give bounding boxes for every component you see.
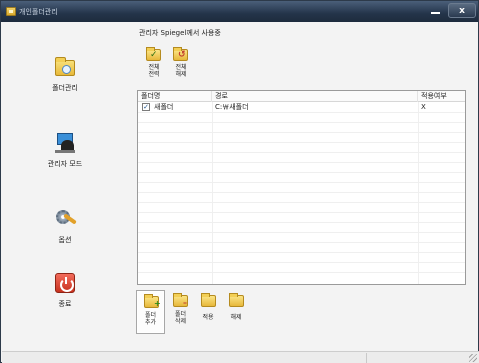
- column-applied[interactable]: 적용여부: [418, 91, 465, 102]
- grid-line: [138, 202, 465, 203]
- grid-line: [138, 182, 465, 183]
- column-divider: [212, 102, 213, 284]
- grid-line: [138, 252, 465, 253]
- admin-user-icon: [55, 133, 75, 153]
- window-title: 개인폴더관리: [19, 8, 58, 16]
- applied-status-cell: X: [421, 103, 426, 111]
- minimize-button[interactable]: [423, 3, 447, 18]
- folder-list[interactable]: 폴더명 경로 적용여부 ✓ 새폴더 C:￦새폴더 X: [137, 90, 466, 285]
- sidebar-item-label: 폴더관리: [52, 84, 78, 92]
- settings-icon: [55, 209, 77, 229]
- grid-line: [138, 172, 465, 173]
- title-bar[interactable]: 개인폴더관리 x: [1, 1, 478, 22]
- close-button[interactable]: x: [448, 3, 476, 18]
- release-label: 해제: [230, 314, 242, 321]
- grid-line: [138, 122, 465, 123]
- status-bar: [2, 351, 479, 363]
- grid-line: [138, 142, 465, 143]
- folder-icon: [55, 57, 75, 77]
- folder-release-icon: [229, 293, 244, 307]
- sidebar-item-options[interactable]: 옵션: [2, 209, 128, 261]
- folder-add-icon: +: [144, 294, 161, 308]
- column-divider: [418, 102, 419, 284]
- grid-line: [138, 112, 465, 113]
- release-all-label: 전체 해제: [175, 64, 187, 78]
- grid-line: [138, 162, 465, 163]
- status-separator: [366, 353, 367, 363]
- row-checkbox[interactable]: ✓: [142, 103, 150, 111]
- column-folder-name[interactable]: 폴더명: [138, 91, 212, 102]
- apply-all-button[interactable]: ✓ 전체 전력: [139, 46, 169, 86]
- table-row[interactable]: ✓ 새폴더 C:￦새폴더 X: [138, 102, 465, 112]
- add-folder-label: 폴더 추가: [144, 312, 157, 326]
- folder-check-icon: ✓: [146, 47, 161, 61]
- sidebar-item-label: 관리자 모드: [47, 160, 83, 168]
- apply-label: 적용: [202, 314, 214, 321]
- sidebar-item-label: 종료: [58, 300, 72, 308]
- delete-folder-label: 폴더 삭제: [174, 311, 187, 325]
- app-window: 개인폴더관리 x 폴더관리 관리자 모드 옵션 종료 관리자 Spiegel께서…: [0, 0, 479, 363]
- sidebar-item-folder-management[interactable]: 폴더관리: [2, 57, 128, 109]
- user-status-text: 관리자 Spiegel께서 사용중: [139, 29, 221, 37]
- sidebar-item-admin-mode[interactable]: 관리자 모드: [2, 133, 128, 185]
- close-icon: x: [459, 6, 465, 16]
- sidebar-item-exit[interactable]: 종료: [2, 273, 128, 325]
- power-icon: [55, 273, 75, 293]
- grid-line: [138, 132, 465, 133]
- grid-line: [138, 192, 465, 193]
- folder-apply-icon: [201, 293, 216, 307]
- folder-delete-icon: –: [173, 293, 188, 307]
- folder-name-cell: 새폴더: [154, 103, 174, 111]
- release-all-button[interactable]: ↺ 전체 해제: [166, 46, 196, 86]
- column-path[interactable]: 경로: [212, 91, 418, 102]
- grid-line: [138, 272, 465, 273]
- apply-button[interactable]: 적용: [195, 290, 221, 334]
- grid-line: [138, 152, 465, 153]
- grid-line: [138, 222, 465, 223]
- apply-all-label: 전체 전력: [148, 64, 160, 78]
- grid-line: [138, 212, 465, 213]
- sidebar-item-label: 옵션: [58, 236, 72, 244]
- grid-line: [138, 242, 465, 243]
- sidebar: 폴더관리 관리자 모드 옵션 종료: [2, 22, 128, 349]
- resize-grip[interactable]: [469, 354, 477, 362]
- add-folder-button[interactable]: + 폴더 추가: [136, 290, 165, 334]
- release-button[interactable]: 해제: [223, 290, 249, 334]
- grid-line: [138, 262, 465, 263]
- grid-line: [138, 232, 465, 233]
- folder-undo-icon: ↺: [173, 47, 188, 61]
- app-icon: [6, 7, 16, 16]
- delete-folder-button[interactable]: – 폴더 삭제: [167, 290, 194, 334]
- list-header: 폴더명 경로 적용여부: [138, 91, 465, 102]
- folder-path-cell: C:￦새폴더: [215, 103, 249, 111]
